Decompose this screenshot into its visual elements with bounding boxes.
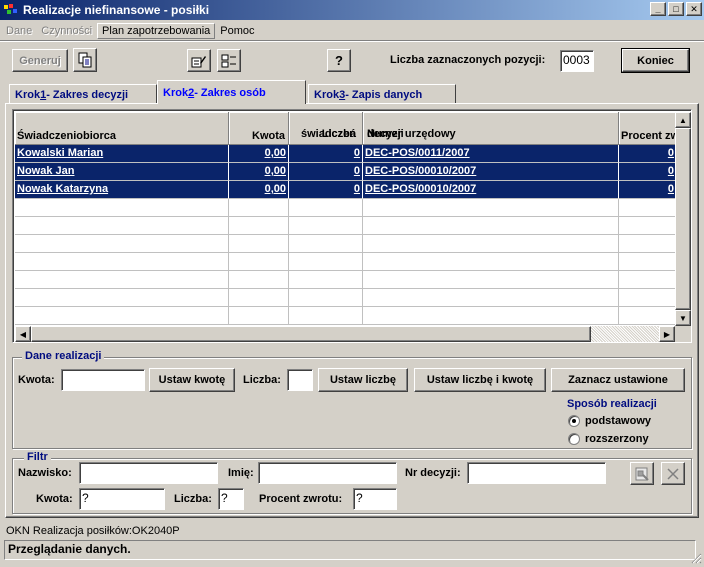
filtr-liczba-label: Liczba:	[174, 493, 212, 505]
cell-name: Nowak Jan	[15, 163, 229, 181]
empty-row	[15, 307, 677, 325]
sposob-realizacji-title: Sposób realizacji	[567, 398, 657, 410]
table-row[interactable]: Kowalski Marian 0,00 0 DEC-POS/0011/2007…	[15, 145, 677, 163]
empty-row	[15, 289, 677, 307]
radio-rozszerzony-label: rozszerzony	[585, 433, 649, 445]
maximize-button[interactable]: □	[668, 2, 684, 16]
scroll-right-icon[interactable]: ▶	[659, 326, 675, 342]
cell-name: Kowalski Marian	[15, 145, 229, 163]
liczba-input[interactable]	[287, 369, 313, 391]
empty-row	[15, 217, 677, 235]
filtr-procent-label: Procent zwrotu:	[259, 493, 343, 505]
list-icon[interactable]	[217, 49, 241, 72]
filtr-liczba-input[interactable]: ?	[218, 488, 244, 510]
horizontal-scroll-thumb[interactable]	[31, 326, 591, 342]
cell-decyzja: DEC-POS/00010/2007	[363, 163, 619, 181]
cell-liczba: 0	[289, 145, 363, 163]
selected-count-field[interactable]: 0003	[560, 50, 594, 72]
imie-input[interactable]	[258, 462, 397, 484]
cell-liczba: 0	[289, 163, 363, 181]
help-button[interactable]: ?	[327, 49, 351, 72]
imie-label: Imię:	[228, 467, 254, 479]
cell-kwota: 0,00	[229, 181, 289, 199]
selected-count-label: Liczba zaznaczonych pozycji:	[390, 54, 546, 66]
filtr-title: Filtr	[24, 451, 51, 463]
window-title: Realizacje niefinansowe - posiłki	[23, 3, 210, 17]
radio-podstawowy-indicator[interactable]	[568, 415, 580, 427]
cell-name: Nowak Katarzyna	[15, 181, 229, 199]
menu-dane[interactable]: Dane	[2, 24, 36, 38]
tab-krok-1[interactable]: Krok 1 - Zakres decyzji	[9, 84, 157, 104]
resize-grip-icon[interactable]	[690, 552, 702, 564]
dane-realizacji-title: Dane realizacji	[22, 350, 105, 362]
scroll-up-icon[interactable]: ▲	[675, 112, 691, 128]
ustaw-kwote-button[interactable]: Ustaw kwotę	[149, 368, 235, 392]
vertical-scroll-thumb[interactable]	[675, 128, 691, 310]
filtr-kwota-label: Kwota:	[36, 493, 73, 505]
menu-pomoc[interactable]: Pomoc	[216, 24, 258, 38]
grid-header: Świadczeniobiorca Kwota Liczba świadczeń …	[15, 112, 677, 145]
nazwisko-label: Nazwisko:	[18, 467, 72, 479]
empty-row	[15, 253, 677, 271]
radio-rozszerzony[interactable]: rozszerzony	[568, 433, 649, 445]
minimize-button[interactable]: _	[650, 2, 666, 16]
menu-czynnosci[interactable]: Czynności	[37, 24, 96, 38]
generuj-button[interactable]: Generuj	[12, 49, 68, 72]
header-kwota[interactable]: Kwota	[229, 112, 289, 145]
tab-krok-2[interactable]: Krok 2 - Zakres osób	[157, 80, 306, 104]
menu-separator	[0, 40, 704, 42]
persons-grid: Świadczeniobiorca Kwota Liczba świadczeń …	[12, 109, 692, 343]
header-procent-zwrotu[interactable]: Procent zw	[619, 112, 677, 145]
edit-icon[interactable]	[187, 49, 211, 72]
kwota-label: Kwota:	[18, 374, 55, 386]
header-numer-decyzji[interactable]: Numer urzędowy decyzji	[363, 112, 619, 145]
header-swiadczeniobiorca[interactable]: Świadczeniobiorca	[15, 112, 229, 145]
empty-row	[15, 271, 677, 289]
cell-procent: 0	[619, 163, 677, 181]
cell-procent: 0	[619, 145, 677, 163]
copy-icon[interactable]	[73, 48, 97, 72]
liczba-label: Liczba:	[243, 374, 281, 386]
status-bar: Przeglądanie danych.	[4, 540, 696, 560]
empty-row	[15, 199, 677, 217]
kwota-input[interactable]	[61, 369, 145, 391]
radio-podstawowy[interactable]: podstawowy	[568, 415, 651, 427]
cell-liczba: 0	[289, 181, 363, 199]
menu-bar: Dane Czynności Plan zapotrzebowania Pomo…	[0, 21, 704, 40]
close-button[interactable]: ✕	[686, 2, 702, 16]
cell-decyzja: DEC-POS/0011/2007	[363, 145, 619, 163]
cell-decyzja: DEC-POS/00010/2007	[363, 181, 619, 199]
scroll-left-icon[interactable]: ◀	[15, 326, 31, 342]
cell-procent: 0	[619, 181, 677, 199]
module-name: OKN Realizacja posiłków:OK2040P	[6, 525, 180, 537]
header-liczba-swiadczen[interactable]: Liczba świadczeń	[289, 112, 363, 145]
menu-plan-zapotrzebowania[interactable]: Plan zapotrzebowania	[97, 22, 216, 39]
koniec-button[interactable]: Koniec	[621, 48, 690, 73]
scroll-down-icon[interactable]: ▼	[675, 310, 691, 326]
tab-krok-3[interactable]: Krok 3 - Zapis danych	[308, 84, 456, 104]
ustaw-liczbe-button[interactable]: Ustaw liczbę	[318, 368, 408, 392]
ustaw-liczbe-i-kwote-button[interactable]: Ustaw liczbę i kwotę	[414, 368, 546, 392]
filter-apply-icon[interactable]	[630, 462, 654, 485]
cell-kwota: 0,00	[229, 163, 289, 181]
nr-decyzji-label: Nr decyzji:	[405, 467, 461, 479]
table-row[interactable]: Nowak Jan 0,00 0 DEC-POS/00010/2007 0	[15, 163, 677, 181]
filtr-kwota-input[interactable]: ?	[79, 488, 165, 510]
scroll-corner	[675, 326, 691, 342]
filtr-procent-input[interactable]: ?	[353, 488, 397, 510]
table-row[interactable]: Nowak Katarzyna 0,00 0 DEC-POS/00010/200…	[15, 181, 677, 199]
nazwisko-input[interactable]	[79, 462, 218, 484]
active-tab-joint	[158, 103, 305, 105]
cell-kwota: 0,00	[229, 145, 289, 163]
radio-rozszerzony-indicator[interactable]	[568, 433, 580, 445]
zaznacz-ustawione-button[interactable]: Zaznacz ustawione	[551, 368, 685, 392]
title-bar: Realizacje niefinansowe - posiłki _ □ ✕	[0, 0, 704, 20]
filter-clear-icon[interactable]	[661, 462, 685, 485]
radio-podstawowy-label: podstawowy	[585, 415, 652, 427]
nr-decyzji-input[interactable]	[467, 462, 606, 484]
empty-row	[15, 235, 677, 253]
app-icon	[3, 3, 19, 17]
